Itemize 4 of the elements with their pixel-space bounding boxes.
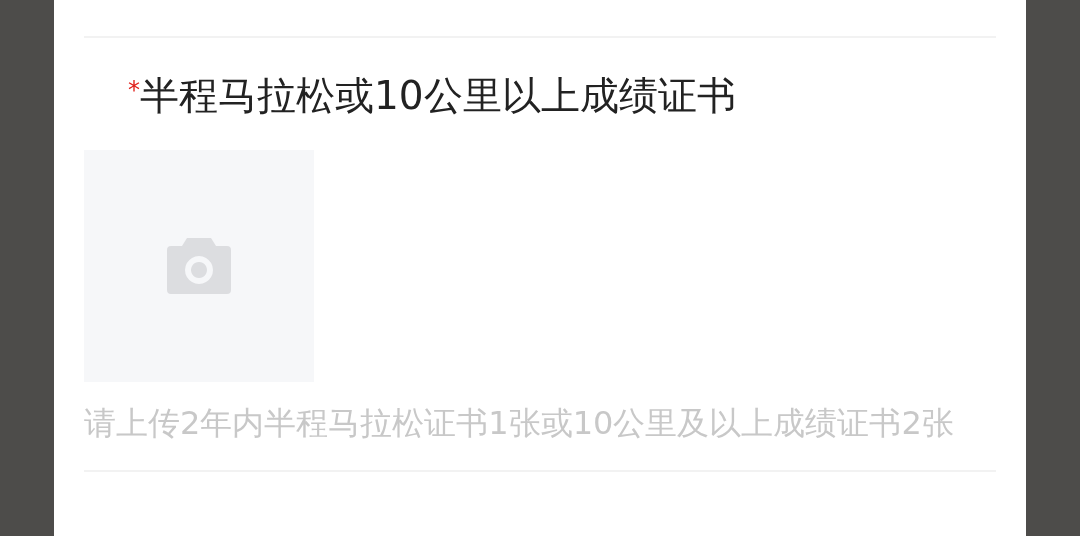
upload-button[interactable] (84, 150, 314, 382)
camera-icon (167, 238, 231, 294)
field-label: 半程马拉松或10公里以上成绩证书 (140, 72, 736, 120)
required-mark: * (128, 75, 140, 106)
